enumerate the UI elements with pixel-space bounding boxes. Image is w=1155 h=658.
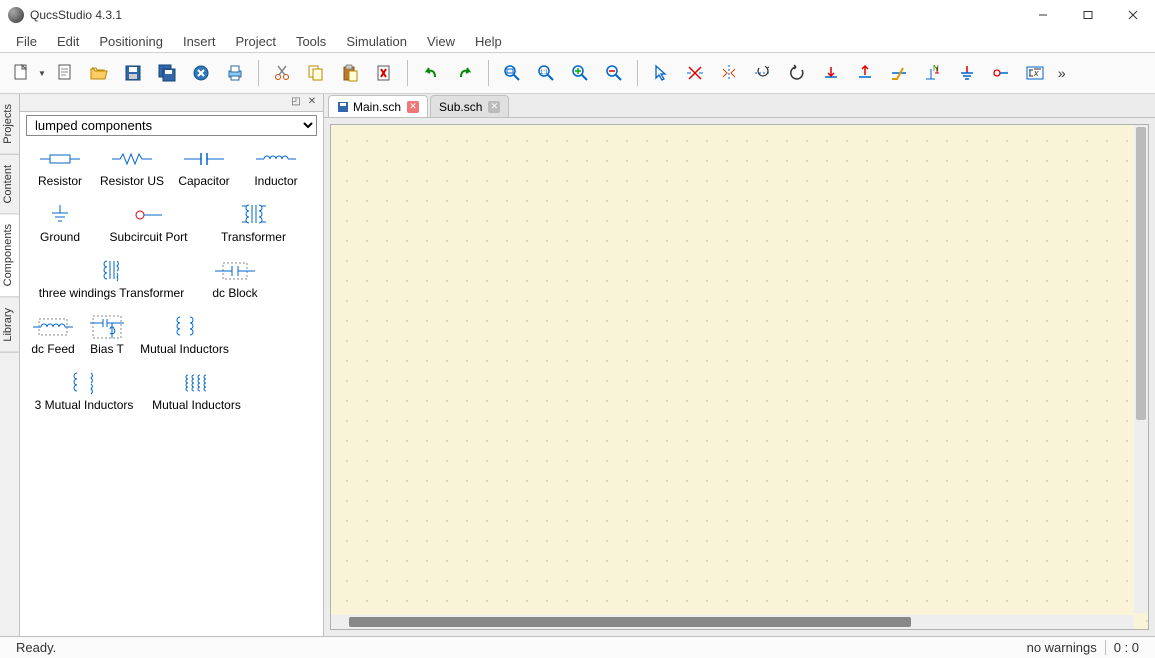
menu-view[interactable]: View <box>417 32 465 51</box>
save-button[interactable] <box>118 58 148 88</box>
component-3-mutual-inductors[interactable]: 3 Mutual Inductors <box>24 367 144 423</box>
print-button[interactable] <box>220 58 250 88</box>
menu-tools[interactable]: Tools <box>286 32 336 51</box>
mirror-h-button[interactable] <box>714 58 744 88</box>
new-dropdown-icon[interactable]: ▼ <box>38 69 46 78</box>
component-mutual-inductors-n[interactable]: Mutual Inductors <box>144 367 249 423</box>
tab-main-sch[interactable]: Main.sch ✕ <box>328 95 428 117</box>
statusbar: Ready. no warnings 0 : 0 <box>0 636 1155 658</box>
status-position: 0 : 0 <box>1105 640 1147 655</box>
rotate-button[interactable] <box>782 58 812 88</box>
component-inductor[interactable]: Inductor <box>240 143 312 199</box>
menubar: File Edit Positioning Insert Project Too… <box>0 30 1155 52</box>
tab-label: Main.sch <box>353 100 401 114</box>
status-ready: Ready. <box>8 640 64 655</box>
sidebar-tab-library[interactable]: Library <box>0 298 19 353</box>
new-button[interactable] <box>6 58 36 88</box>
tab-sub-sch[interactable]: Sub.sch ✕ <box>430 95 509 117</box>
copy-button[interactable] <box>301 58 331 88</box>
toolbar-overflow-button[interactable]: » <box>1054 65 1070 81</box>
wire-button[interactable] <box>884 58 914 88</box>
menu-help[interactable]: Help <box>465 32 512 51</box>
menu-edit[interactable]: Edit <box>47 32 89 51</box>
components-panel: ◰ ✕ lumped components Resistor Resistor … <box>20 94 324 636</box>
wire-label-button[interactable]: N <box>918 58 948 88</box>
status-warnings: no warnings <box>1019 640 1105 655</box>
sidebar-tab-content[interactable]: Content <box>0 155 19 215</box>
menu-file[interactable]: File <box>6 32 47 51</box>
deactivate-button[interactable] <box>680 58 710 88</box>
close-button[interactable] <box>1110 0 1155 30</box>
minimize-button[interactable] <box>1020 0 1065 30</box>
disk-icon <box>337 101 349 113</box>
component-three-windings-transformer[interactable]: three windings Transformer <box>24 255 199 311</box>
menu-project[interactable]: Project <box>225 32 285 51</box>
tab-close-icon[interactable]: ✕ <box>488 101 500 113</box>
document-tabstrip: Main.sch ✕ Sub.sch ✕ <box>324 94 1155 118</box>
component-subcircuit-port[interactable]: Subcircuit Port <box>96 199 201 255</box>
sidebar-tab-projects[interactable]: Projects <box>0 94 19 155</box>
toolbar: ▼ 1:1 <box>0 52 1155 94</box>
select-tool-button[interactable] <box>646 58 676 88</box>
save-all-button[interactable] <box>152 58 182 88</box>
open-button[interactable] <box>84 58 114 88</box>
component-resistor-us[interactable]: Resistor US <box>96 143 168 199</box>
component-bias-t[interactable]: Bias T <box>82 311 132 367</box>
menu-positioning[interactable]: Positioning <box>89 32 173 51</box>
tab-label: Sub.sch <box>439 100 482 114</box>
svg-text:1:1: 1:1 <box>540 70 549 76</box>
component-dc-feed[interactable]: dc Feed <box>24 311 82 367</box>
mirror-v-button[interactable] <box>748 58 778 88</box>
zoom-out-button[interactable] <box>599 58 629 88</box>
maximize-button[interactable] <box>1065 0 1110 30</box>
component-ground[interactable]: Ground <box>24 199 96 255</box>
equation-button[interactable]: x <box>1020 58 1050 88</box>
undo-button[interactable] <box>416 58 446 88</box>
component-category-select[interactable]: lumped components <box>26 115 317 136</box>
menu-insert[interactable]: Insert <box>173 32 226 51</box>
text-doc-button[interactable] <box>50 58 80 88</box>
horizontal-scrollbar[interactable] <box>331 615 1134 629</box>
menu-simulation[interactable]: Simulation <box>336 32 417 51</box>
panel-close-icon[interactable]: ✕ <box>305 96 319 110</box>
close-doc-button[interactable] <box>186 58 216 88</box>
delete-button[interactable] <box>369 58 399 88</box>
paste-button[interactable] <box>335 58 365 88</box>
zoom-fit-button[interactable] <box>497 58 527 88</box>
sidebar-tab-components[interactable]: Components <box>0 214 19 297</box>
component-dc-block[interactable]: dc Block <box>199 255 271 311</box>
component-transformer[interactable]: Transformer <box>201 199 306 255</box>
svg-text:N: N <box>933 64 939 73</box>
cut-button[interactable] <box>267 58 297 88</box>
ground-button[interactable] <box>952 58 982 88</box>
window-title: QucsStudio 4.3.1 <box>30 8 1020 22</box>
component-capacitor[interactable]: Capacitor <box>168 143 240 199</box>
component-resistor[interactable]: Resistor <box>24 143 96 199</box>
component-mutual-inductors[interactable]: Mutual Inductors <box>132 311 237 367</box>
sidebar-tabstrip: Projects Content Components Library <box>0 94 20 636</box>
panel-float-icon[interactable]: ◰ <box>289 96 303 110</box>
app-icon <box>8 7 24 23</box>
zoom-in-button[interactable] <box>565 58 595 88</box>
schematic-canvas[interactable] <box>330 124 1149 630</box>
port-button[interactable] <box>986 58 1016 88</box>
redo-button[interactable] <box>450 58 480 88</box>
tab-close-icon[interactable]: ✕ <box>407 101 419 113</box>
out-hierarchy-button[interactable] <box>850 58 880 88</box>
vertical-scrollbar[interactable] <box>1134 125 1148 613</box>
into-hierarchy-button[interactable] <box>816 58 846 88</box>
titlebar: QucsStudio 4.3.1 <box>0 0 1155 30</box>
zoom-100-button[interactable]: 1:1 <box>531 58 561 88</box>
